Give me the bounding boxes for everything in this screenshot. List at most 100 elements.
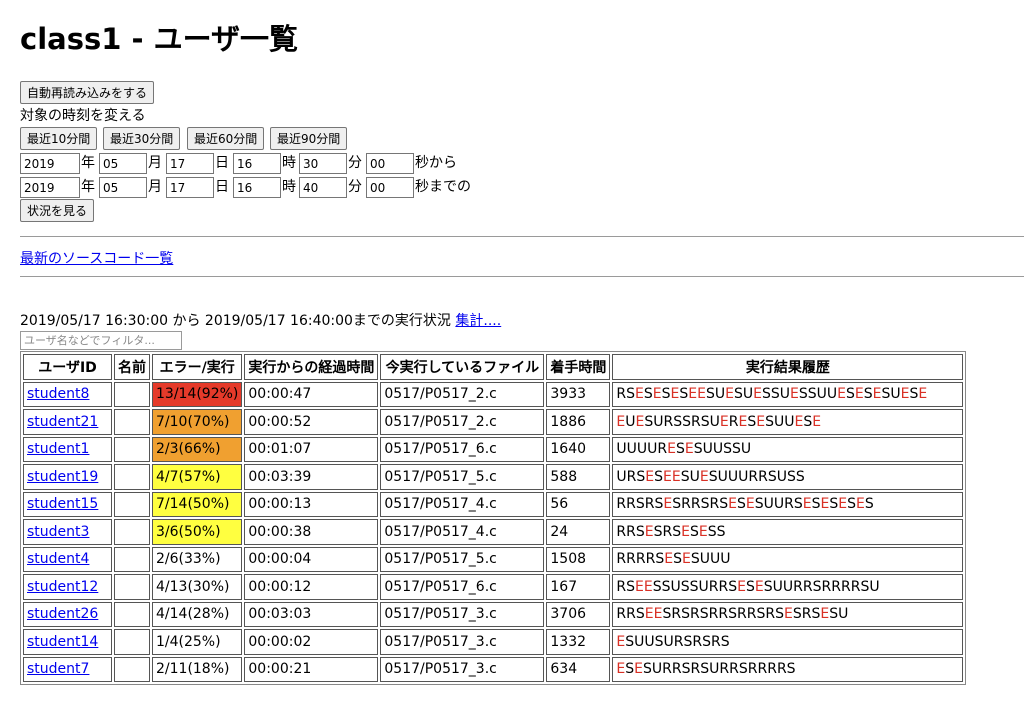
history-result-mark: U — [653, 413, 664, 430]
history-result-mark: U — [742, 386, 754, 403]
history-result-mark: R — [662, 661, 672, 678]
history-result-mark: U — [838, 606, 849, 623]
history-result-mark: S — [635, 606, 645, 623]
from-day-input[interactable] — [166, 153, 214, 174]
to-second-input[interactable] — [366, 177, 414, 198]
name-cell — [114, 656, 150, 682]
preset-60min-button[interactable]: 最近60分間 — [187, 127, 265, 150]
table-row: student26 4/14(28%) 00:03:03 0517/P0517_3.c… — [23, 601, 964, 627]
col-current-file[interactable]: 今実行しているファイル — [380, 354, 545, 380]
history-result-mark: U — [738, 468, 749, 485]
history-result-mark: S — [746, 578, 755, 595]
error-rate-cell: 13/14(92%) — [152, 381, 243, 407]
to-day-input[interactable] — [166, 177, 214, 198]
history-result-mark: S — [728, 606, 737, 623]
latest-source-link[interactable]: 最新のソースコード一覧 — [20, 250, 173, 268]
user-link[interactable]: student15 — [27, 496, 98, 512]
auto-reload-button[interactable]: 自動再読み込みをする — [20, 81, 155, 104]
user-link[interactable]: student8 — [27, 386, 89, 402]
from-hour-input[interactable] — [233, 153, 281, 174]
from-month-input[interactable] — [99, 153, 147, 174]
history-result-mark: S — [732, 441, 741, 458]
user-filter-input[interactable] — [20, 331, 182, 350]
from-second-input[interactable] — [366, 153, 414, 174]
history-result-mark: R — [663, 413, 674, 430]
history-result-mark: S — [763, 578, 773, 595]
history-result-mark: U — [712, 441, 724, 458]
user-id-cell: student15 — [23, 491, 112, 517]
user-link[interactable]: student21 — [27, 414, 98, 430]
day-unit-label: 日 — [215, 179, 229, 195]
history-result-mark: U — [776, 468, 787, 485]
to-year-input[interactable] — [20, 177, 80, 198]
user-link[interactable]: student19 — [27, 469, 98, 485]
error-rate-cell: 4/14(28%) — [152, 601, 243, 627]
to-month-input[interactable] — [99, 177, 147, 198]
table-row: student3 3/6(50%) 00:00:38 0517/P0517_4.c 24… — [23, 519, 964, 545]
col-history[interactable]: 実行結果履歴 — [612, 354, 964, 380]
history-result-mark: S — [673, 413, 683, 430]
history-result-mark: R — [626, 606, 636, 623]
history-result-mark: R — [692, 633, 703, 650]
user-link[interactable]: student1 — [27, 441, 89, 457]
user-id-cell: student12 — [23, 574, 112, 600]
to-minute-input[interactable] — [299, 177, 347, 198]
history-result-mark: E — [663, 496, 673, 513]
history-result-mark: S — [626, 578, 636, 595]
elapsed-cell: 00:00:12 — [244, 574, 379, 600]
preset-10min-button[interactable]: 最近10分間 — [20, 127, 98, 150]
history-result-mark: S — [680, 578, 690, 595]
user-id-cell: student21 — [23, 409, 112, 435]
from-minute-input[interactable] — [299, 153, 347, 174]
history-result-mark: S — [765, 413, 774, 430]
history-result-mark: E — [664, 551, 674, 568]
col-elapsed[interactable]: 実行からの経過時間 — [244, 354, 379, 380]
start-time-cell: 1332 — [546, 629, 611, 655]
name-cell — [114, 464, 150, 490]
history-result-mark: U — [773, 496, 785, 513]
user-link[interactable]: student14 — [27, 634, 98, 650]
history-result-mark: R — [729, 661, 739, 678]
col-error-rate[interactable]: エラー/実行 — [152, 354, 243, 380]
history-result-mark: U — [644, 633, 655, 650]
history-result-mark: S — [756, 606, 766, 623]
user-link[interactable]: student26 — [27, 606, 98, 622]
elapsed-cell: 00:00:52 — [244, 409, 379, 435]
history-result-mark: S — [770, 386, 780, 403]
table-row: student21 7/10(70%) 00:00:52 0517/P0517_2.c… — [23, 409, 964, 435]
col-name[interactable]: 名前 — [114, 354, 150, 380]
to-hour-input[interactable] — [233, 177, 281, 198]
history-result-mark: S — [720, 633, 730, 650]
from-year-input[interactable] — [20, 153, 80, 174]
history-result-mark: S — [747, 413, 757, 430]
history-result-mark: R — [850, 578, 861, 595]
user-link[interactable]: student3 — [27, 524, 89, 540]
divider — [20, 236, 1024, 237]
history-result-mark: R — [718, 578, 729, 595]
view-status-button[interactable]: 状況を見る — [20, 199, 95, 222]
user-status-table: ユーザID 名前 エラー/実行 実行からの経過時間 今実行しているファイル 着手… — [20, 351, 967, 685]
history-result-mark: E — [838, 496, 848, 513]
summary-link[interactable]: 集計.... — [455, 313, 501, 329]
history-result-mark: U — [784, 413, 795, 430]
history-result-mark: S — [661, 578, 671, 595]
year-unit-label: 年 — [81, 155, 95, 171]
name-cell — [114, 601, 150, 627]
col-user-id[interactable]: ユーザID — [23, 354, 112, 380]
history-result-mark: S — [653, 523, 663, 540]
name-cell — [114, 519, 150, 545]
col-start-time[interactable]: 着手時間 — [546, 354, 611, 380]
preset-90min-button[interactable]: 最近90分間 — [270, 127, 348, 150]
history-result-mark: R — [626, 551, 636, 568]
history-result-mark: E — [667, 441, 676, 458]
history-result-mark: U — [740, 441, 752, 458]
history-result-mark: S — [682, 413, 692, 430]
history-result-mark: S — [719, 496, 729, 513]
preset-30min-button[interactable]: 最近30分間 — [103, 127, 181, 150]
elapsed-cell: 00:00:47 — [244, 381, 379, 407]
history-result-mark: E — [616, 413, 626, 430]
history-result-mark: S — [812, 578, 822, 595]
user-link[interactable]: student4 — [27, 551, 89, 567]
user-link[interactable]: student12 — [27, 579, 98, 595]
user-link[interactable]: student7 — [27, 661, 89, 677]
